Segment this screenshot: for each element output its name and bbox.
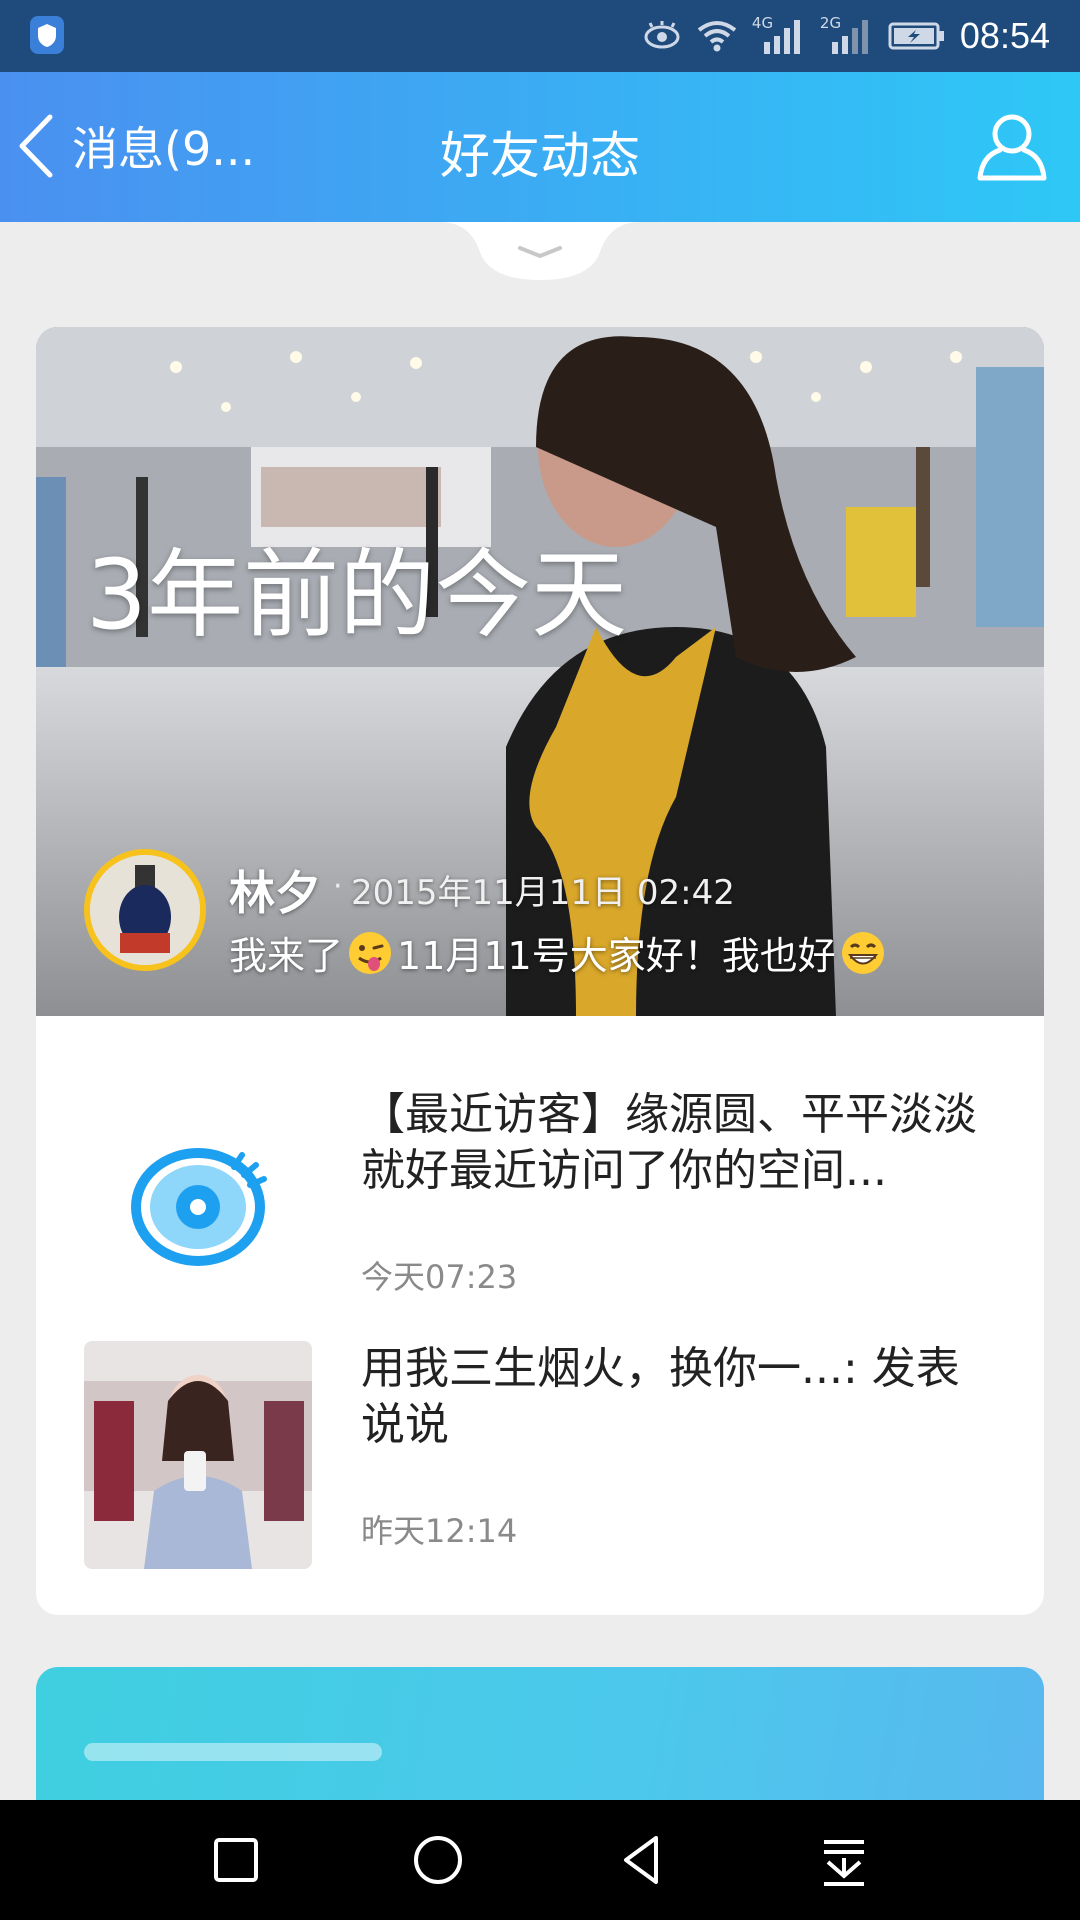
eye-icon (644, 21, 680, 49)
wink-tongue-emoji-icon (349, 931, 392, 974)
back-triangle-icon[interactable] (610, 1828, 674, 1892)
memory-date: 2015年11月11日 02:42 (351, 873, 735, 913)
grin-emoji-icon (841, 931, 884, 974)
feed-item-post[interactable]: 用我三生烟火，换你一...: 发表说说 昨天12:14 (36, 1341, 1044, 1571)
avatar-image (90, 855, 200, 965)
feed-item-time: 昨天12:14 (361, 1512, 518, 1550)
signal-icon (763, 20, 800, 54)
status-icons: 4G 2G 08:54 (642, 0, 1050, 72)
status-bar: 4G 2G 08:54 (0, 0, 1080, 72)
feed-card: 3年前的今天 林夕 · 2015年11月11日 02:42 我来了 11月11号… (36, 327, 1044, 1615)
feed-item-time: 今天07:23 (361, 1258, 518, 1296)
shield-icon (30, 16, 64, 54)
page-title: 好友动态 (440, 127, 640, 185)
memory-text-part1: 我来了 (229, 934, 344, 978)
system-nav-bar (0, 1800, 1080, 1920)
next-card[interactable] (36, 1667, 1044, 1807)
battery-icon (888, 22, 944, 50)
memory-title: 3年前的今天 (86, 539, 628, 651)
circle-icon[interactable] (406, 1828, 470, 1892)
pull-down-tab[interactable] (440, 222, 640, 282)
signal-4g: 4G (752, 14, 806, 58)
avatar[interactable] (84, 849, 206, 971)
memory-text-part2: 11月11号大家好！我也好 (397, 934, 836, 978)
signal-icon-2 (831, 20, 868, 54)
status-time: 08:54 (959, 15, 1050, 56)
notification-down-icon[interactable] (812, 1828, 876, 1892)
post-thumbnail (84, 1341, 312, 1569)
feed-item-title: 用我三生烟火，换你一...: 发表说说 (361, 1343, 960, 1450)
feed-item-title: 【最近访客】缘源圆、平平淡淡就好最近访问了你的空间... (361, 1089, 977, 1196)
memory-banner[interactable]: 3年前的今天 林夕 · 2015年11月11日 02:42 我来了 11月11号… (36, 327, 1044, 1016)
separator-dot: · (333, 869, 343, 904)
photo-thumbnail-image (84, 1341, 312, 1569)
memory-author[interactable]: 林夕 (229, 857, 321, 923)
eye-icon (131, 1148, 267, 1266)
profile-icon[interactable] (974, 108, 1050, 184)
visitor-thumb (84, 1087, 312, 1315)
square-icon[interactable] (204, 1828, 268, 1892)
feed-item-visitors[interactable]: 【最近访客】缘源圆、平平淡淡就好最近访问了你的空间... 今天07:23 (36, 1087, 1044, 1317)
signal-2g: 2G (820, 14, 874, 58)
memory-text: 我来了 11月11号大家好！我也好 (229, 925, 886, 980)
wifi-icon (697, 21, 737, 52)
header-bar: 消息(9... 好友动态 (0, 72, 1080, 222)
placeholder-bar (84, 1743, 382, 1761)
